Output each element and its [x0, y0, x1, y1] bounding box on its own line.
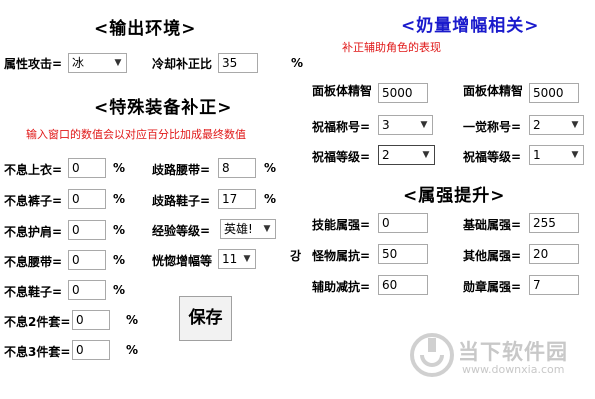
pants-unit: %: [113, 192, 126, 206]
diverge-belt-input[interactable]: [218, 158, 256, 178]
row-label-set2: 不息2件套=: [4, 315, 71, 329]
bless-level-select-2[interactable]: 1 ▼: [529, 145, 584, 165]
exp-level-value: 英雄!: [224, 222, 253, 236]
chevron-down-icon: ▼: [114, 58, 122, 68]
special-hint: 输入窗口的数值会以对应百分比加成最终数值: [26, 128, 246, 141]
shoulder-unit: %: [113, 223, 126, 237]
watermark-logo-icon: [410, 333, 454, 377]
chevron-down-icon: ▼: [422, 150, 430, 160]
element-title: <属强提升>: [403, 186, 506, 206]
top-input[interactable]: [68, 158, 106, 178]
base-elem-label: 基础属强=: [463, 218, 522, 232]
aux-res-input[interactable]: [378, 275, 428, 295]
other-elem-label: 其他属强=: [463, 249, 522, 263]
bless-level-value-2: 1: [533, 148, 541, 162]
bless-level-label-1: 祝福等级=: [312, 150, 371, 164]
watermark-url: www.downxia.com: [462, 363, 565, 376]
cooldown-label: 冷却补正比: [152, 57, 213, 71]
attr-attack-value: 冰: [72, 56, 85, 70]
set3-input[interactable]: [72, 340, 110, 360]
special-equip-title: <特殊装备补正>: [94, 98, 233, 118]
bless-level-value-1: 2: [382, 148, 390, 162]
panel-int-label-1: 面板体精智: [312, 84, 373, 98]
cooldown-input[interactable]: [218, 53, 258, 73]
row-label-set3: 不息3件套=: [4, 345, 71, 359]
diverge-shoes-label: 歧路鞋子=: [152, 194, 211, 208]
awaken-title-select[interactable]: 2 ▼: [529, 115, 584, 135]
awaken-title-label: 一觉称号=: [463, 120, 522, 134]
chevron-down-icon: ▼: [243, 254, 251, 264]
stray-char: 강: [290, 249, 302, 263]
attr-attack-select[interactable]: 冰 ▼: [68, 53, 127, 73]
aux-res-label: 辅助减抗=: [312, 280, 371, 294]
attr-attack-label: 属性攻击=: [4, 57, 63, 71]
panel-int-label-2: 面板体精智: [463, 84, 524, 98]
monster-res-label: 怪物属抗=: [312, 249, 371, 263]
cooldown-unit: %: [291, 56, 304, 70]
diverge-belt-label: 歧路腰带=: [152, 163, 211, 177]
badge-elem-input[interactable]: [529, 275, 579, 295]
panel-int-input-2[interactable]: [529, 83, 579, 103]
shoes-input[interactable]: [68, 280, 106, 300]
diverge-belt-unit: %: [264, 161, 277, 175]
awaken-title-value: 2: [533, 118, 541, 132]
row-label-shoes: 不息鞋子=: [4, 285, 63, 299]
belt-input[interactable]: [68, 250, 106, 270]
save-button[interactable]: 保存: [179, 296, 232, 341]
diverge-shoes-unit: %: [264, 192, 277, 206]
exp-level-select[interactable]: 英雄! ▼: [220, 219, 276, 239]
row-label-pants: 不息裤子=: [4, 194, 63, 208]
exp-level-label: 经验等级=: [152, 224, 211, 238]
panel-int-input-1[interactable]: [378, 83, 428, 103]
chevron-down-icon: ▼: [420, 120, 428, 130]
set3-unit: %: [126, 343, 139, 357]
chevron-down-icon: ▼: [263, 224, 271, 234]
bless-level-label-2: 祝福等级=: [463, 150, 522, 164]
bless-level-select-1[interactable]: 2 ▼: [378, 145, 435, 165]
output-env-title: <输出环境>: [94, 19, 197, 39]
trance-amp-value: 11: [222, 252, 238, 266]
bless-title-value: 3: [382, 118, 390, 132]
bless-title-select[interactable]: 3 ▼: [378, 115, 433, 135]
row-label-top: 不息上衣=: [4, 163, 63, 177]
trance-amp-label: 恍惚增幅等: [152, 254, 213, 268]
diverge-shoes-input[interactable]: [218, 189, 256, 209]
buff-title: <奶量增幅相关>: [401, 16, 540, 36]
top-unit: %: [113, 161, 126, 175]
shoes-unit: %: [113, 283, 126, 297]
skill-elem-input[interactable]: [378, 213, 428, 233]
watermark-text: 当下软件园: [458, 340, 568, 364]
other-elem-input[interactable]: [529, 244, 579, 264]
shoulder-input[interactable]: [68, 220, 106, 240]
bless-title-label: 祝福称号=: [312, 120, 371, 134]
skill-elem-label: 技能属强=: [312, 218, 371, 232]
set2-input[interactable]: [72, 310, 110, 330]
buff-subtitle: 补正辅助角色的表现: [342, 41, 441, 54]
trance-amp-select[interactable]: 11 ▼: [218, 249, 256, 269]
row-label-shoulder: 不息护肩=: [4, 225, 63, 239]
badge-elem-label: 勋章属强=: [463, 280, 522, 294]
set2-unit: %: [126, 313, 139, 327]
chevron-down-icon: ▼: [571, 120, 579, 130]
monster-res-input[interactable]: [378, 244, 428, 264]
row-label-belt: 不息腰带=: [4, 255, 63, 269]
belt-unit: %: [113, 253, 126, 267]
chevron-down-icon: ▼: [571, 150, 579, 160]
base-elem-input[interactable]: [529, 213, 579, 233]
pants-input[interactable]: [68, 189, 106, 209]
